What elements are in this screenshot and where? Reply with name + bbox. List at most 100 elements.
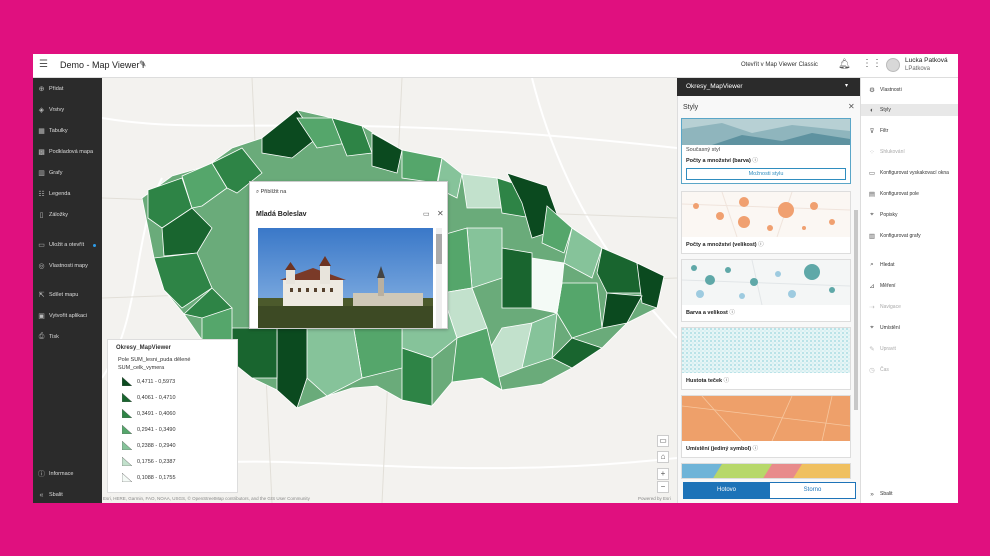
district <box>501 247 533 309</box>
right-tool-clustering: ⁘ Shlukování <box>869 149 905 156</box>
chart-icon: ▥ <box>38 170 45 177</box>
legend-field: Pole SUM_lesni_puda dělené SUM_celk_vyme… <box>118 357 191 371</box>
chart-config-icon: ▥ <box>868 233 876 240</box>
style-card-label: Umístění (jediný symbol) ⓘ <box>686 446 759 452</box>
map-viewer-app: ☰ Demo - Map Viewer I ✎ Otevřít v Map Vi… <box>33 54 958 503</box>
powered-by[interactable]: Powered by Esri <box>638 496 671 501</box>
unsaved-indicator <box>93 243 97 247</box>
done-button[interactable]: Hotovo <box>683 482 770 499</box>
edit-title-icon[interactable]: ✎ <box>139 59 147 70</box>
style-card-single-symbol[interactable]: Umístění (jediný symbol) ⓘ <box>681 395 851 458</box>
info-icon[interactable]: ⓘ <box>752 158 758 164</box>
zoom-out-button[interactable]: − <box>657 481 669 493</box>
right-tool-fields[interactable]: ▤ Konfigurovat pole <box>868 188 919 200</box>
left-tool-add[interactable]: ⊕ Přidat <box>38 83 64 95</box>
info-icon[interactable]: ⓘ <box>724 378 730 384</box>
legend-class: 0,4061 - 0,4710 <box>122 393 176 402</box>
right-tool-chart-config[interactable]: ▥ Konfigurovat grafy <box>868 230 921 242</box>
legend-icon: ☷ <box>38 191 45 198</box>
right-tool-search[interactable]: ⌕ Hledat <box>868 259 894 271</box>
left-tool-save[interactable]: ▭ Uložit a otevřít <box>38 239 97 251</box>
measure-icon: ⊿ <box>869 283 875 290</box>
basemap-toggle-icon[interactable]: ▭ <box>657 435 669 447</box>
right-tool-location[interactable]: ⌖ Umístění <box>868 322 900 334</box>
cancel-button[interactable]: Storno <box>769 482 856 499</box>
create-app-icon: ▣ <box>38 313 45 320</box>
left-tool-create-app[interactable]: ▣ Vytvořit aplikaci <box>38 310 87 322</box>
left-tool-charts[interactable]: ▥ Grafy <box>38 167 62 179</box>
district <box>401 149 443 184</box>
legend-class: 0,1756 - 0,2387 <box>122 457 176 466</box>
app-launcher-icon[interactable]: ⋮⋮ <box>862 58 882 69</box>
styles-icon: ◐ <box>870 106 874 114</box>
search-icon: ⌕ <box>870 261 874 268</box>
style-options-button[interactable]: Možnosti stylu <box>686 168 846 180</box>
left-tool-share[interactable]: ⇱ Sdílet mapu <box>38 289 79 301</box>
district <box>371 132 403 174</box>
district <box>401 347 433 407</box>
bookmark-icon: ▯ <box>39 212 44 219</box>
left-tool-map-properties[interactable]: ◎ Vlastnosti mapy <box>38 260 87 272</box>
info-icon[interactable]: ⓘ <box>753 446 759 452</box>
info-icon[interactable]: ⓘ <box>729 310 735 316</box>
avatar[interactable] <box>886 58 900 72</box>
basemap-icon: ▩ <box>38 149 45 156</box>
close-icon[interactable]: ✕ <box>848 102 855 111</box>
info-icon[interactable]: ⓘ <box>758 242 764 248</box>
single-symbol-style-preview <box>682 396 850 441</box>
zoom-to-link[interactable]: ⌕ Přiblížit na <box>256 189 286 196</box>
style-card-label: Počty a množství (velikost) ⓘ <box>686 242 764 248</box>
left-tool-collapse[interactable]: «Sbalit <box>38 489 63 501</box>
right-tool-styles[interactable]: ◐ Styly <box>861 104 958 116</box>
chevron-down-icon[interactable]: ▾ <box>845 82 848 89</box>
right-tool-directions: ⇢ Navigace <box>869 304 901 311</box>
fields-icon: ▤ <box>868 191 876 198</box>
user-name: Lucka Patková <box>905 57 948 64</box>
zoom-in-button[interactable]: + <box>657 468 669 480</box>
open-classic-link[interactable]: Otevřít v Map Viewer Classic <box>741 62 818 68</box>
notifications-bell-icon[interactable]: 🔔︎ <box>838 59 851 70</box>
right-tool-popup-config[interactable]: ▭ Konfigurovat vyskakovací okna <box>868 167 949 179</box>
left-toolbar: ⊕ Přidat ◈ Vrstvy ▦ Tabulky ▩ Podkladová map… <box>33 78 102 503</box>
collapse-icon: « <box>39 491 44 499</box>
plus-circle-icon: ⊕ <box>38 86 45 93</box>
right-tool-filter[interactable]: ⊽ Filtr <box>868 125 889 137</box>
left-tool-basemap[interactable]: ▩ Podkladová mapa <box>38 146 93 158</box>
styles-heading: Styly <box>683 104 699 111</box>
home-icon[interactable]: ⌂ <box>657 451 669 463</box>
popup-title: Mladá Boleslav <box>256 211 307 218</box>
style-card-unique-values[interactable] <box>681 463 851 479</box>
right-tool-measure[interactable]: ⊿ Měření <box>868 280 895 292</box>
current-style-preview <box>682 119 850 145</box>
left-tool-layers[interactable]: ◈ Vrstvy <box>38 104 64 116</box>
color-size-style-preview <box>682 260 850 305</box>
right-tool-labels[interactable]: ⌖ Popisky <box>868 209 897 221</box>
layer-header[interactable]: Okresy_MapViewer ▾ <box>677 78 860 96</box>
styles-scrollbar[interactable] <box>854 120 858 490</box>
share-icon: ⇱ <box>38 292 45 299</box>
left-tool-tables[interactable]: ▦ Tabulky <box>38 125 67 137</box>
style-card-size[interactable]: Počty a množství (velikost) ⓘ <box>681 191 851 254</box>
edit-icon: ✎ <box>869 346 875 353</box>
dock-icon[interactable]: ▭ <box>423 210 430 218</box>
left-tool-bookmarks[interactable]: ▯ Záložky <box>38 209 68 221</box>
current-style-card[interactable]: Současný styl Počty a množství (barva) ⓘ… <box>681 118 851 184</box>
legend-class: 0,4711 - 0,5973 <box>122 377 175 386</box>
map-attribution: Esri, HERE, Garmin, FAO, NOAA, USGS, © O… <box>103 496 310 501</box>
district <box>466 227 503 289</box>
popup-scrollbar[interactable] <box>436 228 442 328</box>
style-card-color-size[interactable]: Barva a velikost ⓘ <box>681 259 851 322</box>
left-tool-legend[interactable]: ☷ Legenda <box>38 188 70 200</box>
directions-icon: ⇢ <box>869 304 875 311</box>
close-icon[interactable]: ✕ <box>437 209 444 218</box>
left-tool-print[interactable]: ⎙ Tisk <box>38 331 59 343</box>
left-tool-info[interactable]: ⓘ Informace <box>38 468 73 480</box>
hamburger-menu-icon[interactable]: ☰ <box>39 60 49 70</box>
layers-icon: ◈ <box>38 107 45 114</box>
right-tool-collapse[interactable]: » Sbalit <box>868 488 892 500</box>
right-tool-properties[interactable]: ⚙ Vlastnosti <box>868 84 902 96</box>
header-bar: ☰ Demo - Map Viewer I ✎ Otevřít v Map Vi… <box>33 54 958 78</box>
district <box>596 247 643 294</box>
legend-class: 0,2388 - 0,2940 <box>122 441 176 450</box>
style-card-dot-density[interactable]: Hustota teček ⓘ <box>681 327 851 390</box>
